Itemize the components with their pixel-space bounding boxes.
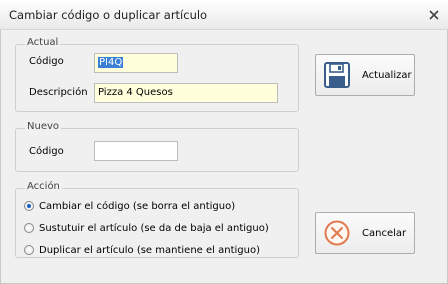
radio-cambiar-codigo[interactable]: Cambiar el código (se borra el antiguo) — [24, 199, 235, 213]
floppy-disk-icon — [324, 62, 350, 88]
actual-codigo-value: PI4Q — [98, 57, 124, 68]
radio-duplicar-articulo[interactable]: Duplicar el artículo (se mantiene el ant… — [24, 243, 260, 257]
cancelar-label: Cancelar — [362, 227, 407, 239]
actual-codigo-field[interactable]: PI4Q — [94, 53, 178, 73]
actual-codigo-label: Código — [29, 56, 64, 67]
radio-label: Cambiar el código (se borra el antiguo) — [39, 200, 236, 212]
actualizar-label: Actualizar — [362, 69, 412, 81]
accion-legend: Acción — [25, 181, 62, 192]
descripcion-field[interactable]: Pizza 4 Quesos — [94, 83, 278, 103]
nuevo-group: Nuevo Código — [15, 121, 299, 172]
close-button[interactable] — [426, 7, 442, 23]
accion-group: Acción Cambiar el código (se borra el an… — [15, 181, 299, 258]
nuevo-legend: Nuevo — [25, 121, 62, 132]
descripcion-label: Descripción — [29, 87, 88, 98]
nuevo-codigo-label: Código — [29, 146, 64, 157]
cancelar-button[interactable]: Cancelar — [315, 212, 415, 254]
actual-legend: Actual — [25, 37, 61, 48]
radio-sustituir-articulo[interactable]: Sustutuir el artículo (se da de baja el … — [24, 221, 269, 235]
title-bar: Cambiar código o duplicar artículo — [0, 0, 448, 30]
close-icon — [429, 10, 439, 20]
actual-group: Actual Código PI4Q Descripción Pizza 4 Q… — [15, 37, 299, 112]
cancel-circle-icon — [324, 220, 350, 246]
nuevo-codigo-field[interactable] — [94, 141, 178, 161]
radio-label: Duplicar el artículo (se mantiene el ant… — [39, 244, 260, 256]
radio-button — [24, 245, 34, 255]
radio-button-selected — [24, 201, 34, 211]
radio-button — [24, 223, 34, 233]
window-title: Cambiar código o duplicar artículo — [9, 8, 208, 22]
actualizar-button[interactable]: Actualizar — [315, 54, 415, 96]
dialog-body: Actual Código PI4Q Descripción Pizza 4 Q… — [0, 30, 448, 284]
radio-label: Sustutuir el artículo (se da de baja el … — [39, 222, 269, 234]
